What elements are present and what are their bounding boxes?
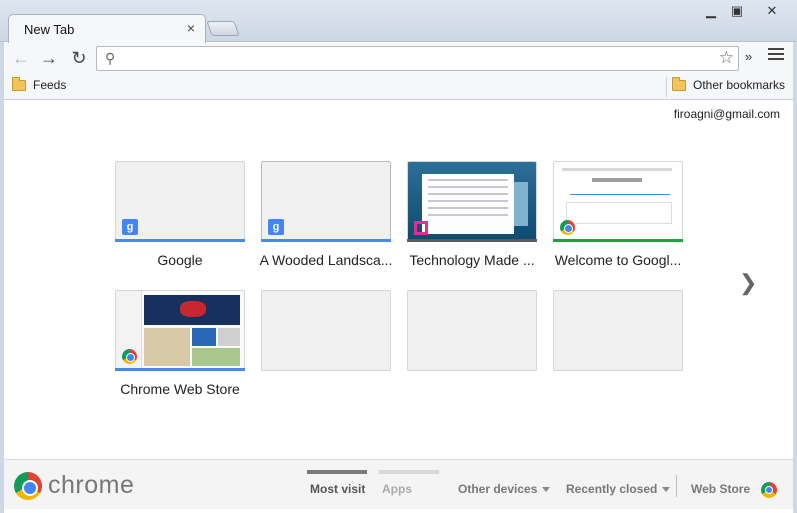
- tile-title[interactable]: Google: [110, 252, 250, 268]
- bookmark-label: Feeds: [33, 78, 67, 92]
- menu-line: [768, 58, 784, 60]
- address-input[interactable]: [125, 50, 705, 67]
- thumbnail-sidebar: [514, 182, 528, 226]
- bookmark-star-icon[interactable]: ☆: [719, 48, 734, 68]
- tab-new-tab[interactable]: New Tab ×: [8, 14, 206, 43]
- folder-icon: [12, 76, 26, 91]
- thumbnail-progress: [570, 194, 670, 195]
- tile-color-bar: [261, 239, 391, 242]
- hamburger-menu-icon[interactable]: [768, 48, 784, 63]
- most-visited-tile[interactable]: [553, 161, 683, 242]
- e-favicon-icon: [414, 221, 428, 235]
- thumbnail-card: [192, 328, 216, 346]
- menu-line: [768, 53, 784, 55]
- web-store-link[interactable]: Web Store: [691, 482, 750, 496]
- bookmark-folder-feeds[interactable]: Feeds: [12, 76, 67, 92]
- other-devices-label: Other devices: [458, 482, 538, 496]
- bookmarks-bar: Feeds Other bookmarks: [4, 73, 793, 100]
- dropdown-caret-icon: [662, 487, 671, 493]
- close-window-icon[interactable]: ✕: [759, 3, 785, 19]
- most-visited-tab[interactable]: Most visit: [310, 482, 365, 496]
- most-visited-tile[interactable]: [115, 290, 245, 371]
- maximize-icon[interactable]: ▣: [724, 3, 750, 19]
- reload-icon[interactable]: ↻: [68, 47, 90, 69]
- minimize-icon[interactable]: ▁: [698, 3, 724, 19]
- omnibox[interactable]: ⚲ ☆: [96, 46, 739, 71]
- recently-closed-menu[interactable]: Recently closed: [566, 482, 671, 496]
- bookmark-folder-other[interactable]: Other bookmarks: [672, 76, 786, 92]
- thumbnail-hero: [144, 295, 240, 325]
- thumbnail-page: [422, 174, 514, 234]
- thumbnail-card: [218, 328, 240, 346]
- most-visited-tile[interactable]: g: [115, 161, 245, 242]
- chrome-logo-text: chrome: [48, 471, 135, 499]
- chrome-favicon-icon: [122, 349, 137, 364]
- thumbnail-title: [592, 178, 642, 182]
- ntp-footer: chrome Most visit Apps Other devices Rec…: [4, 459, 793, 509]
- apps-tab[interactable]: Apps: [382, 482, 412, 496]
- forward-arrow-icon[interactable]: →: [38, 47, 60, 69]
- tile-title[interactable]: Chrome Web Store: [110, 381, 250, 397]
- extensions-overflow-icon[interactable]: »: [745, 49, 752, 64]
- window-frame-left: [0, 42, 4, 513]
- search-icon: ⚲: [105, 50, 116, 66]
- bookmarks-divider: [666, 77, 667, 97]
- chrome-logo-icon: [14, 472, 42, 500]
- most-visited-tile[interactable]: g: [261, 161, 391, 242]
- tile-title[interactable]: A Wooded Landsca...: [256, 252, 396, 268]
- empty-tile: [553, 290, 683, 371]
- tab-title: New Tab: [24, 22, 75, 37]
- empty-tile: [407, 290, 537, 371]
- menu-line: [768, 48, 784, 50]
- other-devices-menu[interactable]: Other devices: [458, 482, 551, 496]
- tile-color-bar: [115, 368, 245, 371]
- tile-color-bar: [407, 239, 537, 242]
- tab-close-icon[interactable]: ×: [187, 20, 195, 36]
- google-favicon-icon: g: [122, 219, 138, 235]
- chrome-favicon-icon: [560, 220, 575, 235]
- window-frame-right: [793, 42, 797, 513]
- thumbnail-header: [562, 168, 672, 171]
- back-arrow-icon[interactable]: ←: [10, 47, 32, 69]
- tab-strip: New Tab × ▁ ▣ ✕: [0, 0, 797, 43]
- tile-title[interactable]: Welcome to Googl...: [548, 252, 688, 268]
- bookmark-label: Other bookmarks: [693, 78, 786, 92]
- dropdown-caret-icon: [542, 487, 551, 493]
- folder-icon: [672, 76, 686, 91]
- pager-indicator-most-visited[interactable]: [307, 470, 367, 474]
- most-visited-tile[interactable]: [407, 161, 537, 242]
- tile-color-bar: [553, 239, 683, 242]
- footer-divider: [676, 475, 677, 497]
- thumbnail-card: [144, 328, 190, 366]
- thumbnail-box: [566, 202, 672, 224]
- new-tab-button[interactable]: [206, 21, 240, 36]
- tile-title[interactable]: Technology Made ...: [402, 252, 542, 268]
- google-favicon-icon: g: [268, 219, 284, 235]
- pager-indicator-apps[interactable]: [379, 470, 439, 474]
- account-email[interactable]: firoagni@gmail.com: [674, 107, 780, 121]
- thumbnail-card: [192, 348, 240, 366]
- next-page-arrow-icon[interactable]: ❯: [739, 270, 757, 296]
- empty-tile: [261, 290, 391, 371]
- toolbar: ← → ↻ ⚲ ☆ »: [4, 43, 793, 73]
- tile-color-bar: [115, 239, 245, 242]
- web-store-icon[interactable]: [761, 482, 777, 498]
- recently-closed-label: Recently closed: [566, 482, 658, 496]
